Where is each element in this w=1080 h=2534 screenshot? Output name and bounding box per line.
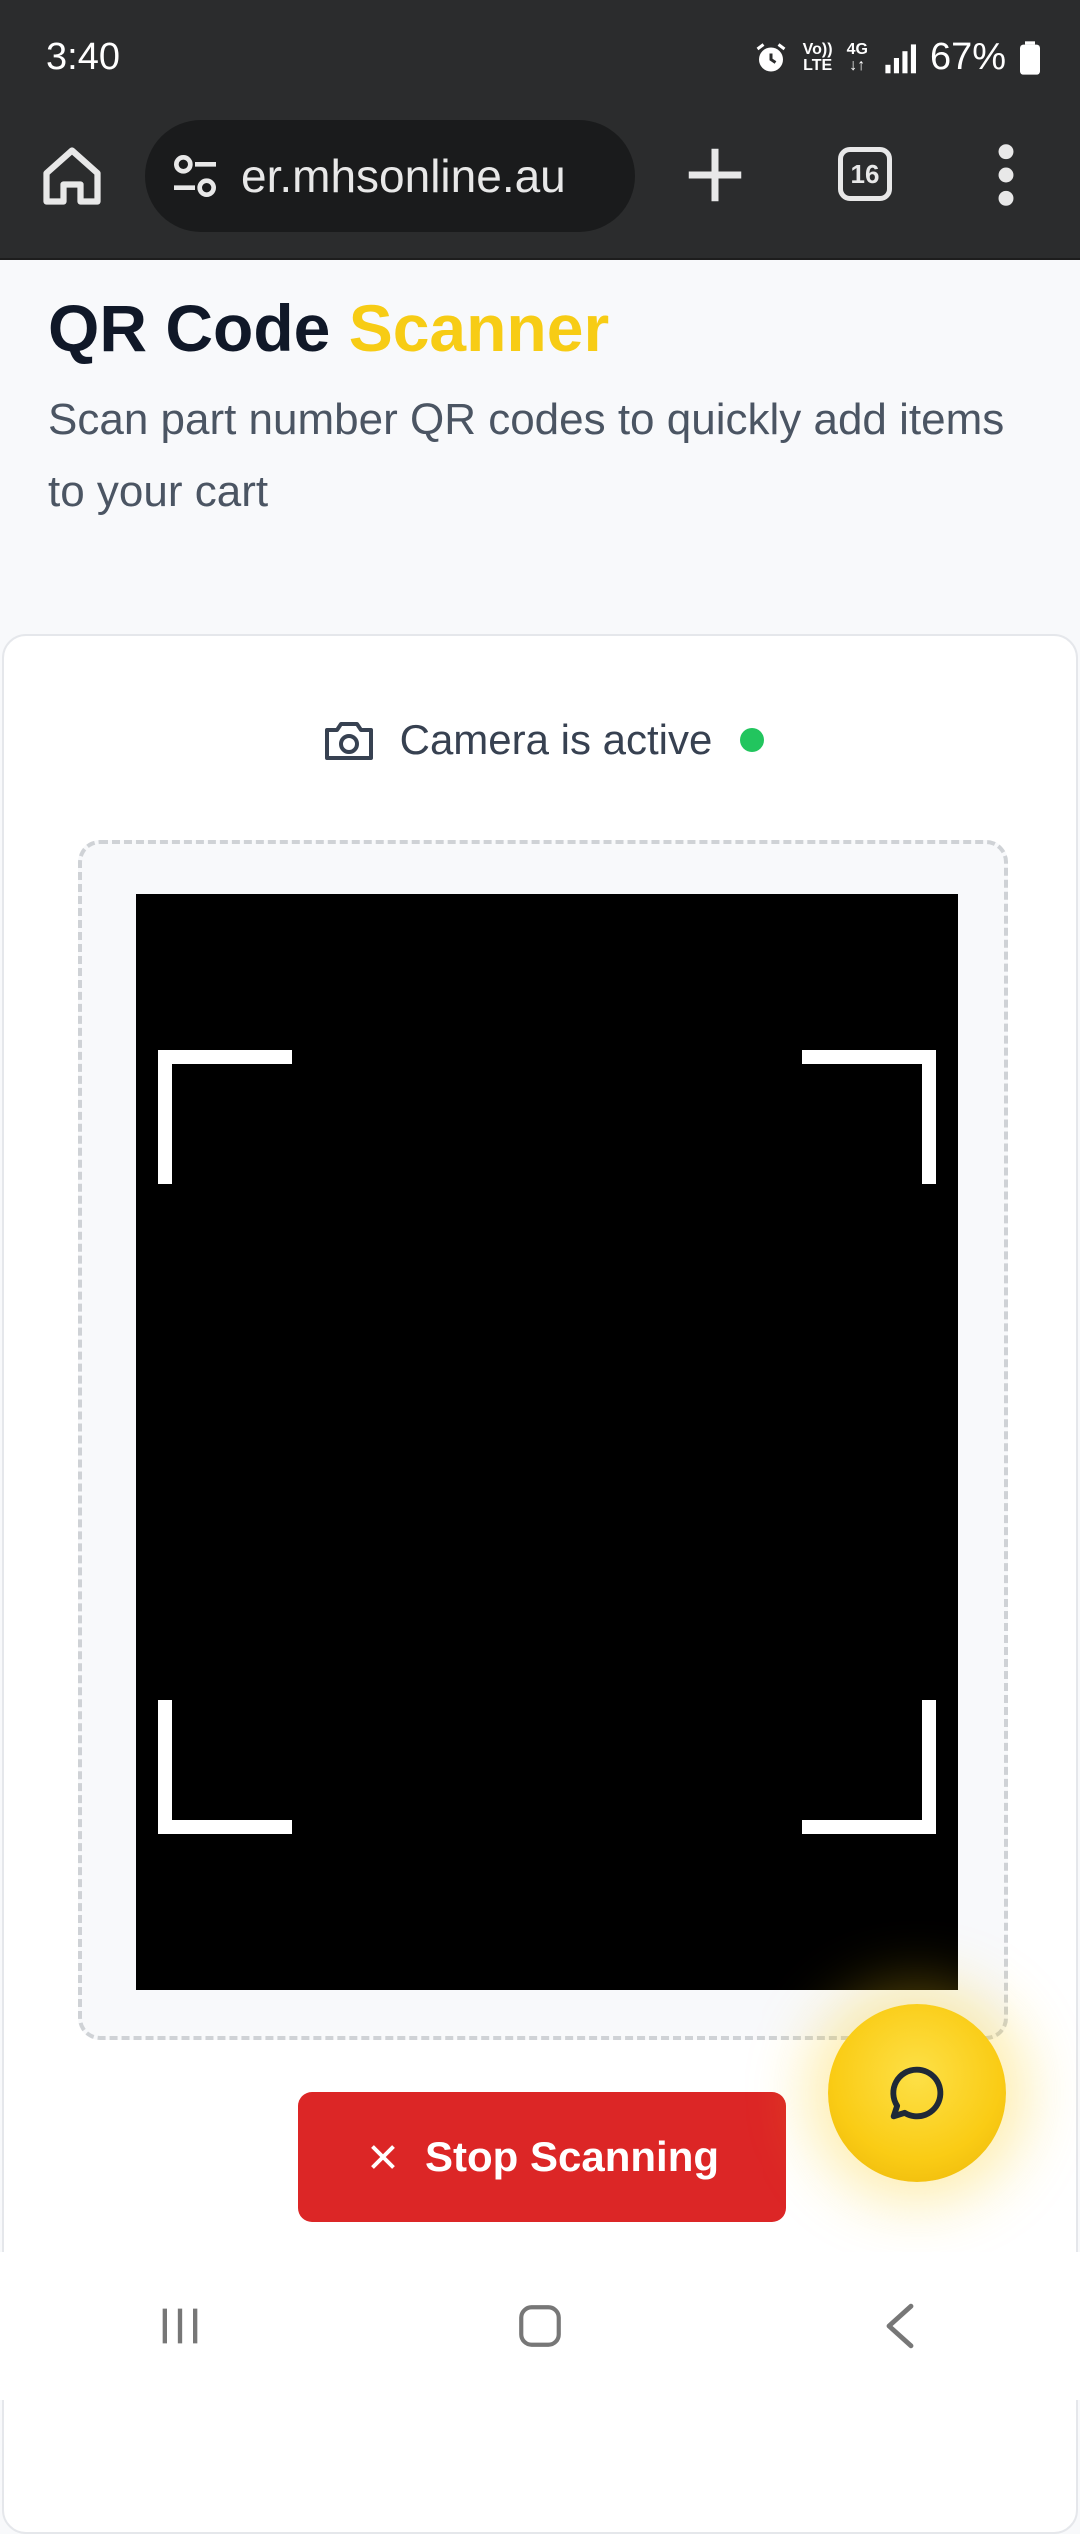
browser-toolbar: er.mhsonline.au 16 <box>0 120 1080 260</box>
network-indicator: 4G ↓↑ <box>846 40 868 74</box>
tabs-icon[interactable]: 16 <box>838 147 892 201</box>
camera-status: Camera is active <box>4 716 1080 764</box>
stop-scanning-label: Stop Scanning <box>425 2133 719 2180</box>
scan-frame <box>78 840 1008 2040</box>
page-header: QR Code Scanner Scan part number QR code… <box>48 290 1038 528</box>
tab-count: 16 <box>850 158 880 189</box>
corner-bottom-right <box>802 1700 936 1834</box>
volte-indicator: Vo)) LTE <box>802 40 833 74</box>
battery-icon <box>1020 40 1040 75</box>
back-icon <box>886 2303 914 2349</box>
plus-icon[interactable] <box>680 140 750 210</box>
status-icons: Vo)) LTE 4G ↓↑ 67% <box>753 36 1040 79</box>
recents-icon <box>162 2308 198 2344</box>
camera-status-text: Camera is active <box>399 716 713 763</box>
home-icon[interactable] <box>38 142 106 210</box>
page-title-accent: Scanner <box>348 291 610 365</box>
page-title-main: QR Code <box>48 291 331 365</box>
camera-icon <box>324 722 373 760</box>
chat-button[interactable] <box>828 2004 1006 2182</box>
corner-bottom-left <box>158 1700 292 1834</box>
battery-percent: 67% <box>929 36 1006 78</box>
status-time: 3:40 <box>46 36 120 78</box>
page-title: QR Code Scanner <box>48 290 1038 366</box>
active-indicator <box>740 728 765 752</box>
close-icon <box>371 2145 395 2169</box>
home-nav-icon <box>519 2305 561 2347</box>
signal-icon <box>885 43 916 73</box>
status-bar: 3:40 Vo)) LTE 4G ↓↑ 67% <box>0 0 1080 120</box>
address-bar[interactable]: er.mhsonline.au <box>145 120 635 232</box>
alarm-icon <box>756 42 786 71</box>
more-vert-icon[interactable] <box>986 140 1026 210</box>
recents-button[interactable] <box>120 2281 240 2371</box>
stop-scanning-button[interactable]: Stop Scanning <box>298 2092 786 2222</box>
url-text[interactable]: er.mhsonline.au <box>241 149 566 203</box>
camera-viewport <box>136 894 958 1990</box>
home-nav-button[interactable] <box>480 2281 600 2371</box>
corner-top-left <box>158 1050 292 1184</box>
chat-icon <box>890 2066 944 2120</box>
system-nav-bar <box>0 2252 1080 2400</box>
back-button[interactable] <box>840 2281 960 2371</box>
tune-icon[interactable] <box>167 148 223 204</box>
page-subtitle: Scan part number QR codes to quickly add… <box>48 395 1005 516</box>
corner-top-right <box>802 1050 936 1184</box>
scanner-card: Camera is active Stop Scanning <box>2 634 1078 2534</box>
